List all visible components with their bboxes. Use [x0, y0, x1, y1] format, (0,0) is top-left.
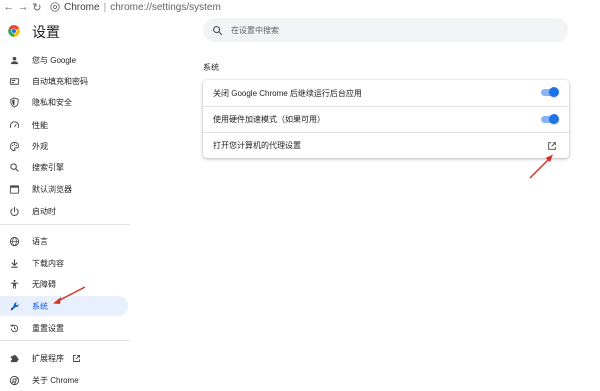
sidebar-item-label: 下载内容: [32, 258, 64, 268]
sidebar-item-you-and-google[interactable]: 您与 Google: [0, 50, 128, 70]
toggle-knob: [549, 114, 559, 124]
setting-row-proxy-settings[interactable]: 打开您计算机的代理设置: [203, 132, 569, 158]
chrome-logo-icon: [8, 374, 20, 386]
sidebar-item-label: 搜索引擎: [32, 162, 64, 172]
palette-icon: [8, 140, 20, 152]
search-input[interactable]: [231, 25, 531, 35]
sidebar-item-extensions[interactable]: 扩展程序: [0, 348, 128, 368]
globe-icon: [8, 235, 20, 247]
sidebar-item-label: 您与 Google: [32, 55, 77, 65]
sidebar-item-reset-settings[interactable]: 重置设置: [0, 318, 128, 338]
sidebar-item-label: 隐私和安全: [32, 97, 72, 107]
search-icon: [213, 25, 223, 35]
sidebar-item-label: 默认浏览器: [32, 184, 72, 194]
hardware-acceleration-toggle[interactable]: [541, 114, 559, 124]
speedometer-icon: [8, 119, 20, 131]
sidebar-item-privacy[interactable]: 隐私和安全: [0, 92, 128, 112]
sidebar-item-default-browser[interactable]: 默认浏览器: [0, 179, 128, 199]
browser-window-icon: [8, 183, 20, 195]
history-reset-icon: [8, 322, 20, 334]
sidebar-item-search-engine[interactable]: 搜索引擎: [0, 157, 128, 177]
arrow-left-icon: ←: [3, 1, 15, 13]
system-settings-card: 关闭 Google Chrome 后继续运行后台应用 使用硬件加速模式（如果可用…: [203, 80, 569, 158]
reload-button[interactable]: ↻: [30, 0, 44, 14]
setting-label: 使用硬件加速模式（如果可用）: [213, 115, 325, 124]
power-icon: [8, 205, 20, 217]
sidebar-item-accessibility[interactable]: 无障碍: [0, 274, 128, 294]
back-button[interactable]: ←: [2, 0, 16, 14]
sidebar-item-label: 关于 Chrome: [32, 375, 79, 385]
open-in-new-icon[interactable]: [547, 141, 557, 151]
setting-row-background-apps[interactable]: 关闭 Google Chrome 后继续运行后台应用: [203, 80, 569, 106]
download-icon: [8, 257, 20, 269]
chrome-site-icon: [50, 2, 60, 12]
sidebar-item-label: 扩展程序: [32, 353, 64, 363]
page-title: 设置: [32, 24, 60, 40]
address-bar[interactable]: Chrome | chrome://settings/system: [50, 0, 221, 14]
sidebar-item-label: 性能: [32, 120, 48, 130]
sidebar-item-label: 无障碍: [32, 279, 56, 289]
setting-row-hardware-acceleration[interactable]: 使用硬件加速模式（如果可用）: [203, 106, 569, 132]
sidebar-item-on-startup[interactable]: 启动时: [0, 201, 128, 221]
browser-toolbar: ← → ↻ Chrome | chrome://settings/system: [0, 0, 600, 14]
site-label: Chrome: [64, 1, 100, 13]
forward-button[interactable]: →: [16, 0, 30, 14]
background-apps-toggle[interactable]: [541, 87, 559, 97]
sidebar-item-languages[interactable]: 语言: [0, 231, 128, 251]
setting-label: 关闭 Google Chrome 后继续运行后台应用: [213, 88, 362, 98]
sidebar-item-appearance[interactable]: 外观: [0, 136, 128, 156]
sidebar-item-label: 重置设置: [32, 323, 64, 333]
sidebar-item-downloads[interactable]: 下载内容: [0, 253, 128, 273]
sidebar-item-performance[interactable]: 性能: [0, 115, 128, 135]
sidebar-item-autofill[interactable]: 自动填充和密码: [0, 71, 128, 91]
autofill-icon: [8, 75, 20, 87]
url-separator: |: [103, 1, 107, 13]
sidebar-item-label: 启动时: [32, 206, 56, 216]
reload-icon: ↻: [32, 1, 42, 14]
url-path: chrome://settings/system: [110, 1, 221, 13]
sidebar-item-label: 外观: [32, 141, 48, 151]
section-title: 系统: [203, 63, 219, 72]
open-in-new-icon: [73, 354, 80, 362]
sidebar-divider: [0, 340, 130, 341]
sidebar-item-label: 系统: [32, 301, 48, 311]
chrome-logo-icon: [8, 25, 20, 37]
arrow-right-icon: →: [17, 1, 29, 13]
annotation-arrow-proxy: [529, 154, 553, 179]
shield-icon: [8, 96, 20, 108]
person-icon: [8, 54, 20, 66]
setting-label: 打开您计算机的代理设置: [213, 141, 301, 150]
sidebar-divider: [0, 224, 130, 225]
wrench-icon: [8, 300, 20, 312]
puzzle-icon: [8, 352, 20, 364]
toggle-knob: [549, 87, 559, 97]
sidebar-item-about-chrome[interactable]: 关于 Chrome: [0, 370, 128, 390]
search-icon: [8, 161, 20, 173]
sidebar-item-label: 语言: [32, 236, 48, 246]
search-box[interactable]: [203, 18, 568, 42]
sidebar-item-label: 自动填充和密码: [32, 76, 88, 86]
sidebar-item-system[interactable]: 系统: [0, 296, 128, 316]
accessibility-icon: [8, 278, 20, 290]
